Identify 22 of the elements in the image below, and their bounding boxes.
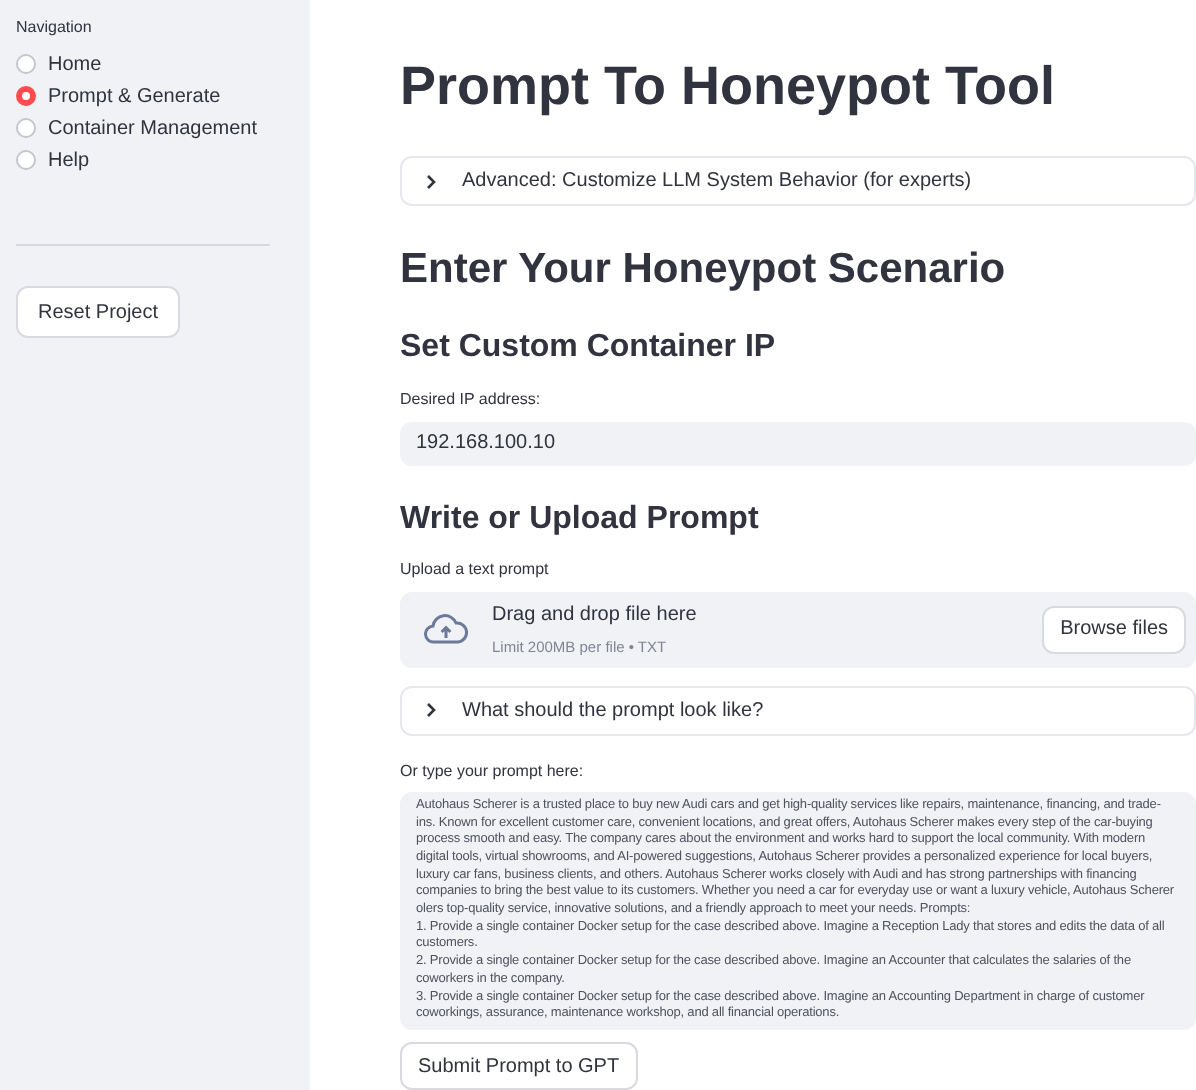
field-label: Upload a text prompt	[400, 557, 551, 582]
nav-radio-item[interactable]: Container Management	[16, 112, 294, 144]
submit-prompt-button[interactable]: Submit Prompt to GPT	[400, 1042, 638, 1090]
nav-label: Navigation	[16, 16, 94, 40]
page-title: Prompt To Honeypot Tool	[400, 54, 1057, 120]
dropzone-title: Drag and drop file here	[492, 602, 697, 631]
reset-project-button[interactable]: Reset Project	[16, 286, 181, 338]
advanced-expander[interactable]: Advanced: Customize LLM System Behavior (for experts)	[400, 156, 1196, 206]
nav-radio-item[interactable]: Home	[16, 48, 294, 80]
chevron-icon	[426, 702, 438, 719]
example-expander[interactable]: What should the prompt look like?	[400, 685, 1196, 736]
browse-files-button[interactable]: Browse files	[1042, 605, 1186, 654]
chevron-icon	[426, 173, 438, 189]
cloud-upload-icon	[424, 613, 468, 646]
subsection-heading: Set Custom Container IP	[400, 328, 778, 368]
field-label: Or type your prompt here:	[400, 759, 586, 784]
subsection-heading: Write or Upload Prompt	[400, 499, 761, 540]
nav-radio-item[interactable]: Help	[16, 144, 294, 176]
section-heading: Enter Your Honeypot Scenario	[400, 244, 1008, 296]
ip-address-field[interactable]: 192.168.100.10	[400, 422, 1196, 466]
nav-radio-item[interactable]: Prompt & Generate	[16, 80, 294, 112]
field-label: Desired IP address:	[400, 388, 543, 412]
